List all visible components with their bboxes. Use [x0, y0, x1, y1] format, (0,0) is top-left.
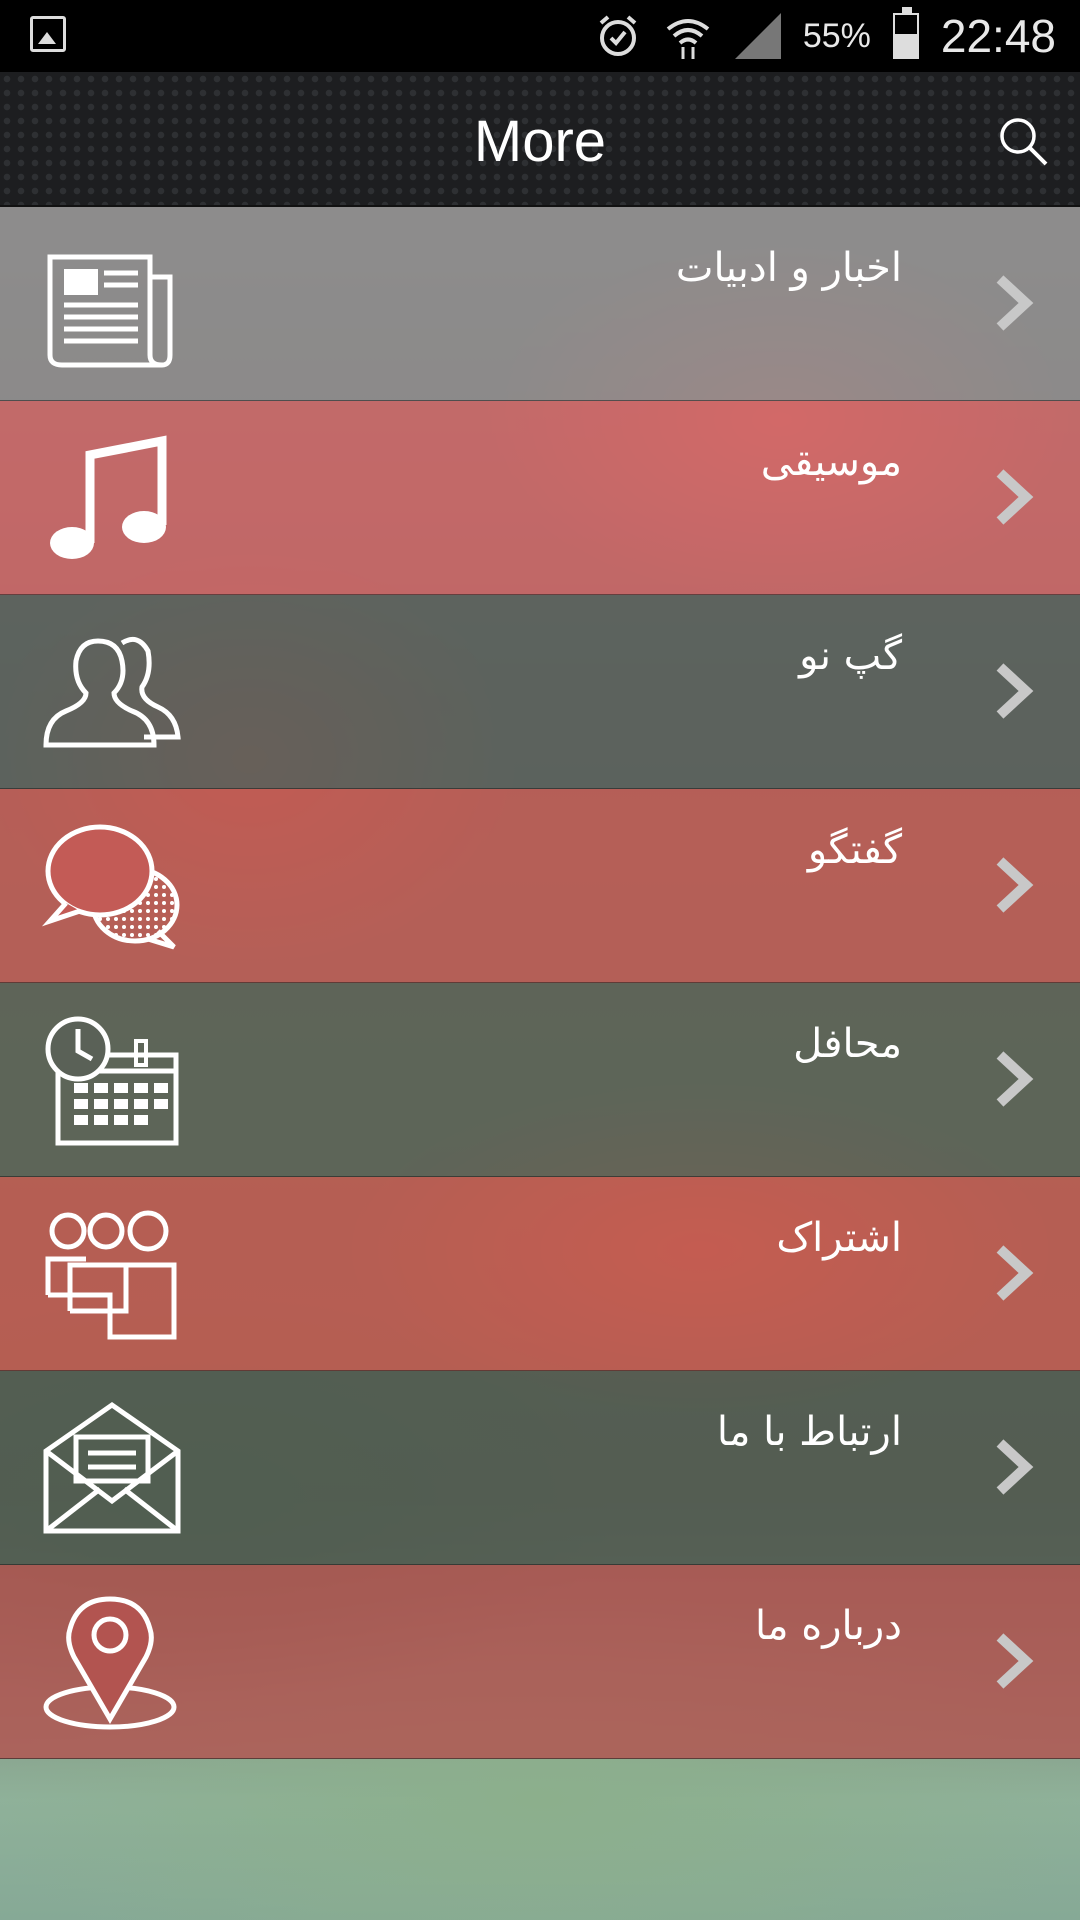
status-bar: 55% 22:48 [0, 0, 1080, 72]
battery-icon [892, 7, 919, 59]
gallery-icon [30, 16, 66, 52]
chevron-right-icon [992, 855, 1036, 915]
menu-item-label: اخبار و ادبیات [675, 245, 902, 291]
menu-item-music[interactable]: موسیقی [0, 401, 1080, 595]
menu-item-gatherings[interactable]: محافل [0, 983, 1080, 1177]
location-pin-icon [40, 1595, 185, 1730]
search-icon [1000, 118, 1048, 166]
menu-item-label: گپ نو [799, 633, 902, 679]
group-share-icon [40, 1207, 185, 1342]
chevron-right-icon [992, 1243, 1036, 1303]
menu-item-label: اشتراک [776, 1215, 902, 1261]
chevron-right-icon [992, 1049, 1036, 1109]
clock: 22:48 [940, 10, 1056, 62]
menu-item-contact-us[interactable]: ارتباط با ما [0, 1371, 1080, 1565]
search-button[interactable] [994, 112, 1054, 172]
music-note-icon [40, 431, 185, 566]
chevron-right-icon [992, 467, 1036, 527]
menu-item-chat-new[interactable]: گپ نو [0, 595, 1080, 789]
menu-item-label: موسیقی [760, 439, 902, 485]
alarm-icon [595, 13, 641, 59]
chat-bubbles-icon [40, 819, 185, 954]
menu-item-label: درباره ما [754, 1603, 902, 1649]
menu-item-label: گفتگو [807, 827, 902, 873]
menu-item-label: محافل [793, 1021, 902, 1067]
menu-item-label: ارتباط با ما [716, 1409, 902, 1455]
signal-icon [734, 13, 781, 59]
page-title: More [473, 109, 607, 174]
wifi-icon [663, 11, 713, 61]
chevron-right-icon [992, 273, 1036, 333]
menu-item-conversation[interactable]: گفتگو [0, 789, 1080, 983]
menu-item-news[interactable]: اخبار و ادبیات [0, 207, 1080, 401]
users-icon [40, 625, 185, 760]
more-menu-list: اخبار و ادبیات موسیقی گپ نو گفتگو محافل … [0, 207, 1080, 1759]
menu-item-about-us[interactable]: درباره ما [0, 1565, 1080, 1759]
chevron-right-icon [992, 661, 1036, 721]
calendar-clock-icon [40, 1013, 185, 1148]
status-indicators: 55% 22:48 [595, 0, 1056, 72]
app-bar: More [0, 72, 1080, 207]
newspaper-icon [40, 237, 185, 372]
battery-percent: 55% [802, 16, 871, 55]
chevron-right-icon [992, 1631, 1036, 1691]
menu-item-subscription[interactable]: اشتراک [0, 1177, 1080, 1371]
mail-icon [40, 1401, 185, 1536]
chevron-right-icon [992, 1437, 1036, 1497]
